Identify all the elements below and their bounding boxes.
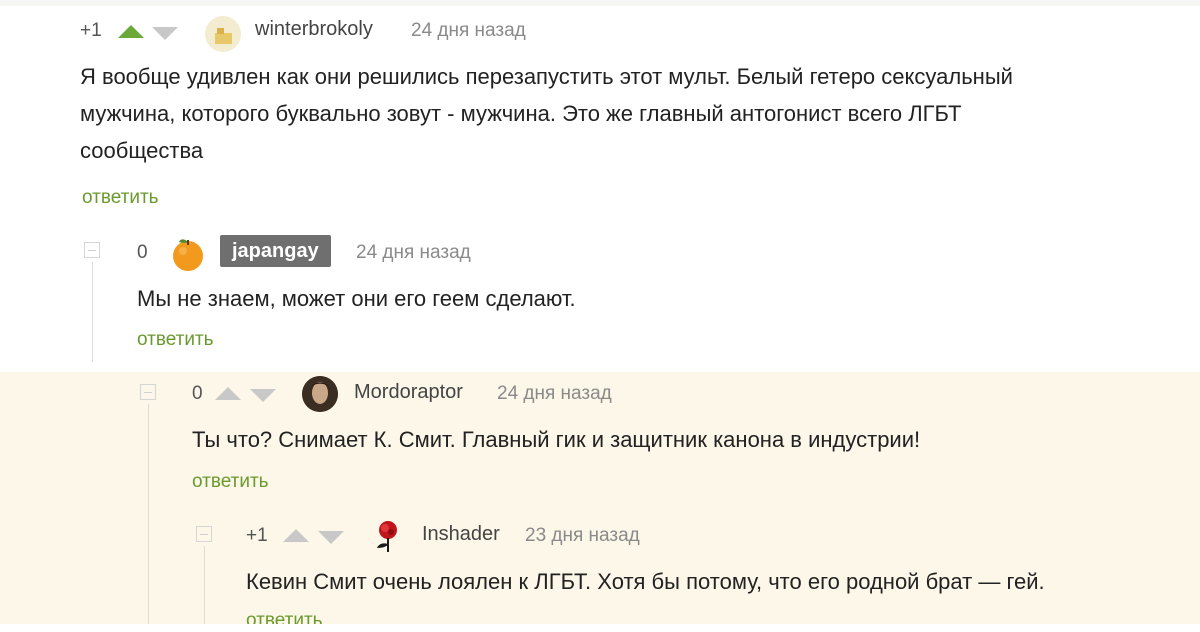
comment-text-line: Я вообще удивлен как они решились переза… bbox=[80, 64, 1013, 89]
top-strip bbox=[0, 0, 1200, 6]
collapse-thread-button[interactable] bbox=[196, 526, 212, 542]
vote-up-icon[interactable] bbox=[118, 24, 144, 40]
comment-text-line: мужчина, которого буквально зовут - мужч… bbox=[80, 101, 962, 126]
comment-text-line: Ты что? Снимает К. Смит. Главный гик и з… bbox=[192, 427, 921, 452]
avatar-image-icon bbox=[302, 376, 338, 412]
comment-text-line: Мы не знаем, может они его геем сделают. bbox=[137, 286, 576, 311]
comment-time[interactable]: 23 дня назад bbox=[525, 525, 640, 547]
bottom-strip bbox=[0, 624, 1200, 628]
avatar-image-icon bbox=[205, 16, 241, 52]
reply-link[interactable]: ответить bbox=[246, 610, 323, 632]
comment-time[interactable]: 24 дня назад bbox=[411, 20, 526, 42]
comment-time[interactable]: 24 дня назад bbox=[356, 242, 471, 264]
comment-text-line: Кевин Смит очень лоялен к ЛГБТ. Хотя бы … bbox=[246, 569, 1045, 594]
collapse-thread-button[interactable] bbox=[140, 384, 156, 400]
comment-time[interactable]: 24 дня назад bbox=[497, 383, 612, 405]
comment-text: Мы не знаем, может они его геем сделают. bbox=[137, 280, 1177, 317]
rose-avatar-icon[interactable] bbox=[372, 518, 404, 554]
reply-link[interactable]: ответить bbox=[137, 329, 214, 351]
comment-rating: +1 bbox=[80, 20, 102, 41]
comment-text-line: сообщества bbox=[80, 138, 204, 163]
vote-up-icon[interactable] bbox=[215, 386, 241, 402]
comment-text: Ты что? Снимает К. Смит. Главный гик и з… bbox=[192, 421, 1182, 458]
vote-down-icon[interactable] bbox=[152, 26, 178, 42]
comment-rating: 0 bbox=[192, 383, 203, 404]
avatar[interactable] bbox=[302, 376, 338, 412]
orange-avatar-icon[interactable] bbox=[170, 236, 206, 272]
comment-author[interactable]: Inshader bbox=[422, 523, 500, 546]
thread-line bbox=[148, 404, 149, 624]
avatar[interactable] bbox=[205, 16, 241, 52]
vote-down-icon[interactable] bbox=[250, 388, 276, 404]
reply-link[interactable]: ответить bbox=[192, 471, 269, 493]
comment-text: Я вообще удивлен как они решились переза… bbox=[80, 58, 1180, 169]
reply-link[interactable]: ответить bbox=[82, 187, 159, 209]
vote-down-icon[interactable] bbox=[318, 530, 344, 546]
comment-text: Кевин Смит очень лоялен к ЛГБТ. Хотя бы … bbox=[246, 563, 1186, 600]
thread-line bbox=[92, 262, 93, 362]
comment-author[interactable]: japangay bbox=[220, 235, 331, 267]
vote-up-icon[interactable] bbox=[283, 528, 309, 544]
comment-rating: +1 bbox=[246, 525, 268, 546]
comment-rating: 0 bbox=[137, 242, 148, 263]
comment-author[interactable]: Mordoraptor bbox=[354, 381, 463, 404]
comment-author[interactable]: winterbrokoly bbox=[255, 18, 373, 41]
thread-line bbox=[204, 546, 205, 624]
collapse-thread-button[interactable] bbox=[84, 242, 100, 258]
